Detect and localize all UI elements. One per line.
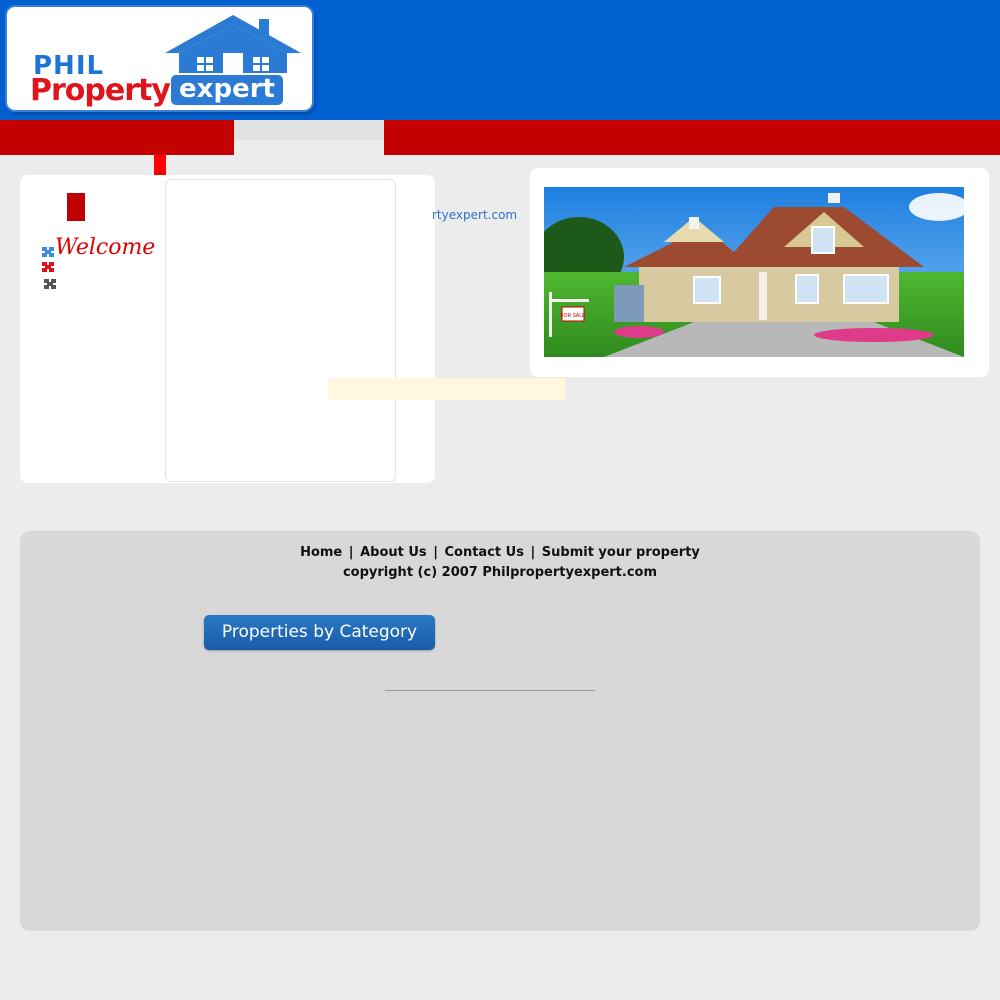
footer-separator: |: [348, 545, 354, 560]
red-marker: [67, 193, 85, 221]
footer-nav: Home | About Us | Contact Us | Submit yo…: [0, 545, 1000, 560]
welcome-heading: Welcome: [55, 235, 156, 260]
footer-link-submit[interactable]: Submit your property: [542, 545, 700, 560]
site-url-text[interactable]: rtyexpert.com: [432, 208, 517, 222]
house-photo: FOR SALE: [544, 187, 964, 357]
nav-bar-gap: [234, 120, 384, 140]
logo-expert-text: expert: [171, 75, 283, 105]
footer-link-about[interactable]: About Us: [360, 545, 427, 560]
for-sale-sign-text: FOR SALE: [561, 313, 586, 319]
content-box: [165, 179, 396, 482]
footer-separator: |: [530, 545, 536, 560]
divider-line: [385, 690, 595, 691]
footer-panel: [20, 531, 980, 931]
site-logo[interactable]: PHIL Property expert: [7, 7, 312, 110]
house-logo-icon: [165, 15, 301, 75]
blue-puzzle-bullet-icon: [42, 247, 54, 257]
logo-property-text: Property: [30, 73, 171, 108]
red-puzzle-bullet-icon: [42, 262, 54, 272]
site-header: PHIL Property expert: [0, 0, 1000, 120]
footer-separator: |: [433, 545, 438, 560]
properties-by-category-button[interactable]: Properties by Category: [204, 615, 435, 650]
nav-bar-left: [0, 120, 234, 155]
gray-puzzle-bullet-icon: [44, 279, 56, 289]
notice-strip: [328, 378, 565, 400]
nav-bar-right: [384, 120, 1000, 155]
nav-tab-marker: [154, 155, 166, 175]
footer-link-contact[interactable]: Contact Us: [444, 545, 523, 560]
copyright-text: copyright (c) 2007 Philpropertyexpert.co…: [342, 565, 658, 580]
footer-link-home[interactable]: Home: [300, 545, 342, 560]
